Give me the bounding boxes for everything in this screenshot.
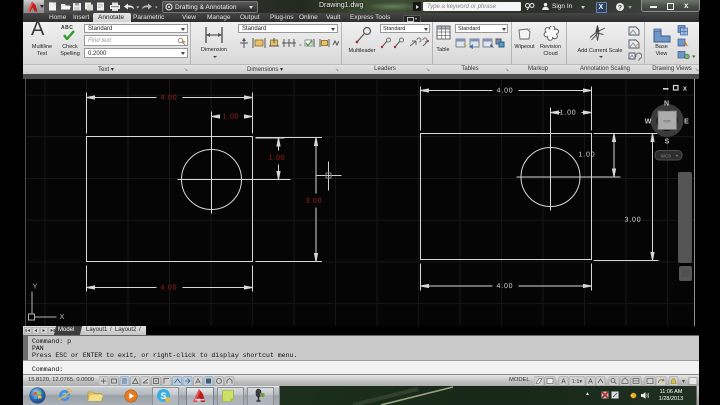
svg-text:4.00: 4.00	[161, 94, 178, 101]
svg-text:3.00: 3.00	[625, 217, 642, 224]
svg-text:Y: Y	[32, 282, 37, 291]
svg-text:3.00: 3.00	[306, 198, 323, 205]
svg-text:1.00: 1.00	[223, 114, 240, 121]
svg-text:1:1▾: 1:1▾	[572, 379, 583, 385]
svg-text:1.00: 1.00	[269, 155, 286, 162]
svg-text:4.00: 4.00	[497, 87, 514, 94]
svg-text:1.00: 1.00	[579, 152, 596, 159]
svg-text:X: X	[59, 312, 64, 321]
svg-text:W: W	[645, 119, 652, 126]
svg-text:A: A	[561, 379, 566, 386]
svg-text:▾: ▾	[682, 379, 685, 385]
svg-text:A: A	[588, 379, 593, 386]
svg-text:▾: ▾	[676, 153, 678, 158]
svg-text:N: N	[664, 101, 669, 108]
svg-text:1.00: 1.00	[560, 110, 577, 117]
svg-text:TOP: TOP	[663, 119, 671, 124]
svg-text:S: S	[665, 139, 670, 146]
svg-text:4.00: 4.00	[497, 283, 514, 290]
svg-text:WCS: WCS	[661, 154, 672, 159]
svg-text:x: x	[683, 86, 687, 93]
svg-text:E: E	[684, 119, 689, 126]
svg-text:4.00: 4.00	[161, 284, 178, 291]
